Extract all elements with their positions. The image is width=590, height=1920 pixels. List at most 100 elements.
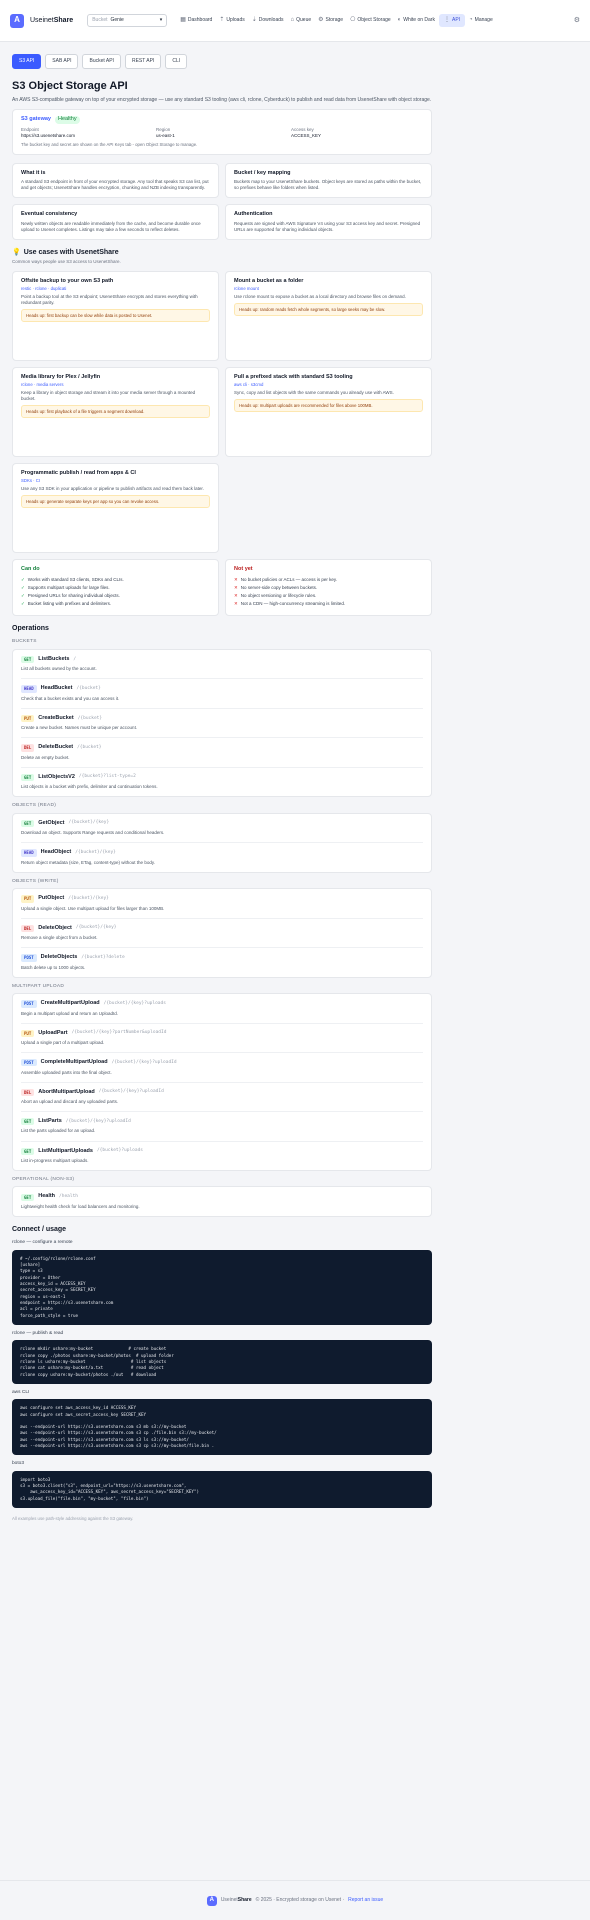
operation-row[interactable]: GET ListBuckets / List all buckets owned by… — [21, 650, 423, 680]
endpoint-card: S3 gateway Healthy Endpoint https://s3.us… — [12, 109, 432, 155]
use-cases-grid: Offsite backup to your own S3 path restic… — [12, 271, 432, 554]
operation-path: /{bucket} — [77, 715, 103, 721]
nav-item-uploads[interactable]: ⇡ Uploads — [216, 14, 247, 26]
method-badge: PUT — [21, 1029, 35, 1037]
method-badge: GET — [21, 1147, 35, 1155]
info-text: Requests are signed with AWS Signature V… — [234, 220, 421, 232]
tab-bucket-api[interactable]: Bucket API — [82, 54, 121, 69]
operation-desc: Abort an upload and discard any uploaded… — [21, 1098, 119, 1104]
field-value[interactable]: https://s3.usenetshare.com — [21, 133, 153, 139]
info-card: Authentication Requests are signed with A… — [225, 204, 432, 240]
nav-item-downloads[interactable]: ⇣ Downloads — [249, 14, 287, 26]
operation-name: Health — [38, 1193, 56, 1200]
nav-item-queue[interactable]: ⌂ Queue — [288, 14, 315, 26]
method-badge: POST — [21, 1059, 37, 1067]
nav-icon: ◔ — [469, 17, 473, 24]
cannot-title: Not yet — [234, 566, 253, 573]
operation-name: ListMultipartUploads — [38, 1147, 93, 1154]
code-block[interactable]: rclone mkdir ushare:my-bucket # create b… — [12, 1340, 432, 1384]
use-case-desc: Use rclone mount to expose a bucket as a… — [234, 293, 406, 299]
operation-name: HeadBucket — [40, 685, 73, 692]
use-case-title: Mount a bucket as a folder — [234, 278, 304, 285]
operation-group-label: MULTIPART UPLOAD — [12, 983, 65, 989]
tab-rest-api[interactable]: REST API — [124, 54, 162, 69]
operation-desc: Return object metadata (size, ETag, cont… — [21, 859, 155, 865]
operation-row[interactable]: GET ListMultipartUploads/{bucket}?uploads… — [21, 1142, 423, 1170]
code-label: rclone — configure a remote — [12, 1240, 73, 1246]
settings-icon[interactable]: ⚙ — [574, 16, 580, 25]
operation-group-label: OBJECTS (WRITE) — [12, 878, 59, 884]
nav-label: Storage — [325, 17, 344, 24]
item-text: Presigned URLs for sharing individual ob… — [27, 592, 120, 598]
operation-desc: Check that a bucket exists and you can a… — [21, 695, 120, 701]
nav-icon: ▦ — [180, 17, 186, 24]
nav-item-dashboard[interactable]: ▦ Dashboard — [177, 14, 215, 26]
info-card: Eventual consistency Newly written object… — [12, 204, 219, 240]
operation-row[interactable]: PUT PutObject/{bucket}/{key} Upload a sing… — [21, 889, 423, 919]
tab-cli[interactable]: CLI — [165, 54, 188, 69]
operation-row[interactable]: POST DeleteObjects/{bucket}?delete Batch d… — [21, 948, 423, 976]
logo-icon[interactable]: A — [10, 13, 24, 28]
nav-item-api[interactable]: ⋮ API — [438, 14, 466, 27]
operation-row[interactable]: PUT CreateBucket/{bucket} Create a new buc… — [21, 709, 423, 739]
nav-label: White on Dark — [403, 17, 435, 24]
operation-row[interactable]: HEAD HeadBucket/{bucket} Check that a buck… — [21, 679, 423, 709]
operation-name: CreateMultipartUpload — [40, 1000, 100, 1007]
operation-row[interactable]: DEL DeleteBucket/{bucket} Delete an empty … — [21, 738, 423, 768]
nav-label: Object Storage — [357, 17, 391, 24]
use-case-tags: restic · rclone · duplicati — [21, 285, 67, 291]
operation-row[interactable]: POST CreateMultipartUpload/{bucket}/{key}… — [21, 994, 423, 1024]
endpoint-field: Region us-east-1 — [156, 127, 288, 139]
use-case-warning: Heads up: generate separate keys per app… — [21, 494, 210, 509]
code-block[interactable]: import boto3 s3 = boto3.client("s3", end… — [12, 1470, 432, 1508]
info-cards: What it is A standard S3 endpoint in fron… — [12, 162, 432, 240]
operations-list: BUCKETS GET ListBuckets / List all buckets o… — [12, 639, 578, 1217]
operation-row[interactable]: GET Health/health Lightweight health check… — [21, 1187, 423, 1215]
method-badge: POST — [21, 954, 37, 962]
bucket-select[interactable]: Bucket Genie ▾ — [87, 14, 168, 27]
nav-item-manage[interactable]: ◔ Manage — [466, 14, 496, 26]
api-tabs: S3 API SAB API Bucket API REST API CLI — [12, 54, 578, 69]
tab-s3-api[interactable]: S3 API — [12, 54, 42, 69]
operation-path: / — [73, 656, 77, 662]
operation-path: /{bucket}/{key}?uploadId — [98, 1089, 164, 1095]
operation-row[interactable]: GET ListObjectsV2/{bucket}?list-type=2 Lis… — [21, 768, 423, 796]
nav-item-object-storage[interactable]: ⎔ Object Storage — [347, 14, 394, 26]
endpoint-field: Access key ACCESS_KEY — [291, 127, 423, 139]
operation-path: /{bucket}/{key}?uploadId — [65, 1118, 131, 1124]
code-block[interactable]: # ~/.config/rclone/rclone.conf [ushare] … — [12, 1249, 432, 1325]
method-badge: POST — [21, 1000, 37, 1008]
tab-sab-api[interactable]: SAB API — [45, 54, 79, 69]
can-do-card: Can do ✓ Works with standard S3 clients, … — [12, 559, 219, 616]
nav-item-white-on-dark[interactable]: ◐ White on Dark — [395, 14, 438, 26]
operation-path: /{bucket}/{key}?uploads — [103, 1000, 166, 1006]
operation-row[interactable]: GET GetObject/{bucket}/{key} Download an o… — [21, 814, 423, 844]
cannot-item: ✕ No object versioning or lifecycle rules… — [234, 593, 423, 599]
operation-desc: Delete an empty bucket. — [21, 754, 70, 760]
nav-item-storage[interactable]: ⚙ Storage — [315, 14, 346, 26]
operation-desc: Lightweight health check for load balanc… — [21, 1203, 140, 1209]
operation-row[interactable]: HEAD HeadObject/{bucket}/{key} Return obje… — [21, 843, 423, 871]
use-case-card: Programmatic publish / read from apps & … — [12, 463, 219, 554]
item-text: Not a CDN — high-concurrency streaming i… — [240, 600, 346, 606]
field-value[interactable]: us-east-1 — [156, 133, 288, 139]
info-card: Bucket / key mapping Buckets map to your … — [225, 162, 432, 199]
report-issue-link[interactable]: Report an issue — [348, 1897, 383, 1904]
operation-row[interactable]: PUT UploadPart/{bucket}/{key}?partNumber&… — [21, 1024, 423, 1054]
top-bar: A UseinetShare Bucket Genie ▾ ▦ Dashboard… — [0, 0, 590, 42]
method-badge: GET — [21, 773, 35, 782]
operation-name: UploadPart — [38, 1029, 68, 1036]
method-badge: PUT — [21, 714, 35, 723]
cross-icon: ✕ — [234, 592, 238, 598]
operation-path: /{bucket}?uploads — [96, 1148, 143, 1154]
method-badge: DEL — [21, 744, 35, 752]
operation-row[interactable]: GET ListParts/{bucket}/{key}?uploadId List… — [21, 1112, 423, 1142]
operation-row[interactable]: DEL DeleteObject/{bucket}/{key} Remove a s… — [21, 919, 423, 949]
operation-row[interactable]: POST CompleteMultipartUpload/{bucket}/{ke… — [21, 1053, 423, 1083]
field-value[interactable]: ACCESS_KEY — [291, 133, 423, 139]
brand-name[interactable]: UseinetShare — [30, 16, 73, 25]
operation-row[interactable]: DEL AbortMultipartUpload/{bucket}/{key}?u… — [21, 1083, 423, 1113]
item-text: Works with standard S3 clients, SDKs and… — [27, 576, 124, 582]
bucket-label: Bucket — [92, 17, 108, 24]
code-block[interactable]: aws configure set aws_access_key_id ACCE… — [12, 1399, 432, 1456]
